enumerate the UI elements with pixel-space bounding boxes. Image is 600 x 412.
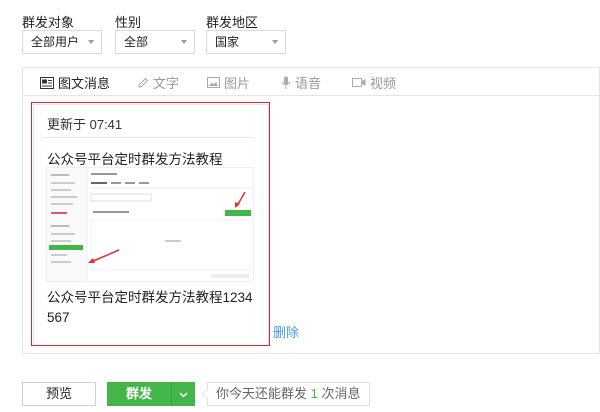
gender-select[interactable]: 全部	[115, 30, 195, 54]
tab-image[interactable]: 图片	[207, 73, 250, 92]
preview-button[interactable]: 预览	[22, 382, 96, 406]
chevron-down-icon	[181, 40, 187, 44]
target-select-value: 全部用户	[31, 35, 80, 49]
tab-news[interactable]: 图文消息	[40, 73, 110, 92]
chevron-down-icon	[272, 40, 278, 44]
tab-image-label: 图片	[224, 76, 251, 91]
region-select-value: 国家	[215, 35, 240, 49]
send-button[interactable]: 群发	[107, 382, 171, 406]
image-icon	[207, 77, 220, 88]
video-icon	[352, 78, 366, 87]
news-icon	[40, 76, 54, 89]
tab-voice-label: 语音	[295, 76, 322, 91]
tab-voice[interactable]: 语音	[281, 73, 321, 92]
quota-count: 1	[310, 386, 318, 401]
gender-label: 性别	[115, 15, 142, 30]
delete-link[interactable]: 删除	[273, 322, 299, 341]
quota-suffix: 次消息	[321, 386, 361, 401]
region-label: 群发地区	[206, 15, 259, 30]
tip-arrow-icon	[202, 389, 208, 399]
chevron-down-icon	[178, 392, 188, 398]
target-select[interactable]: 全部用户	[22, 30, 102, 54]
highlight-box	[31, 102, 270, 346]
send-dropdown-toggle[interactable]	[171, 382, 195, 406]
gender-select-value: 全部	[124, 35, 149, 49]
message-type-tabs: 图文消息 文字 图片 语音 视频	[23, 68, 599, 96]
target-label: 群发对象	[22, 15, 75, 30]
tab-text[interactable]: 文字	[137, 73, 179, 92]
tab-video-label: 视频	[370, 76, 397, 91]
tab-video[interactable]: 视频	[352, 73, 396, 92]
chevron-down-icon	[88, 40, 94, 44]
microphone-icon	[281, 76, 291, 89]
quota-prefix: 你今天还能群发	[216, 386, 308, 401]
tab-news-label: 图文消息	[58, 76, 111, 91]
region-select[interactable]: 国家	[206, 30, 286, 54]
send-quota-tip: 你今天还能群发 1 次消息	[207, 382, 370, 406]
pencil-icon	[138, 77, 149, 88]
tab-text-label: 文字	[153, 76, 180, 91]
